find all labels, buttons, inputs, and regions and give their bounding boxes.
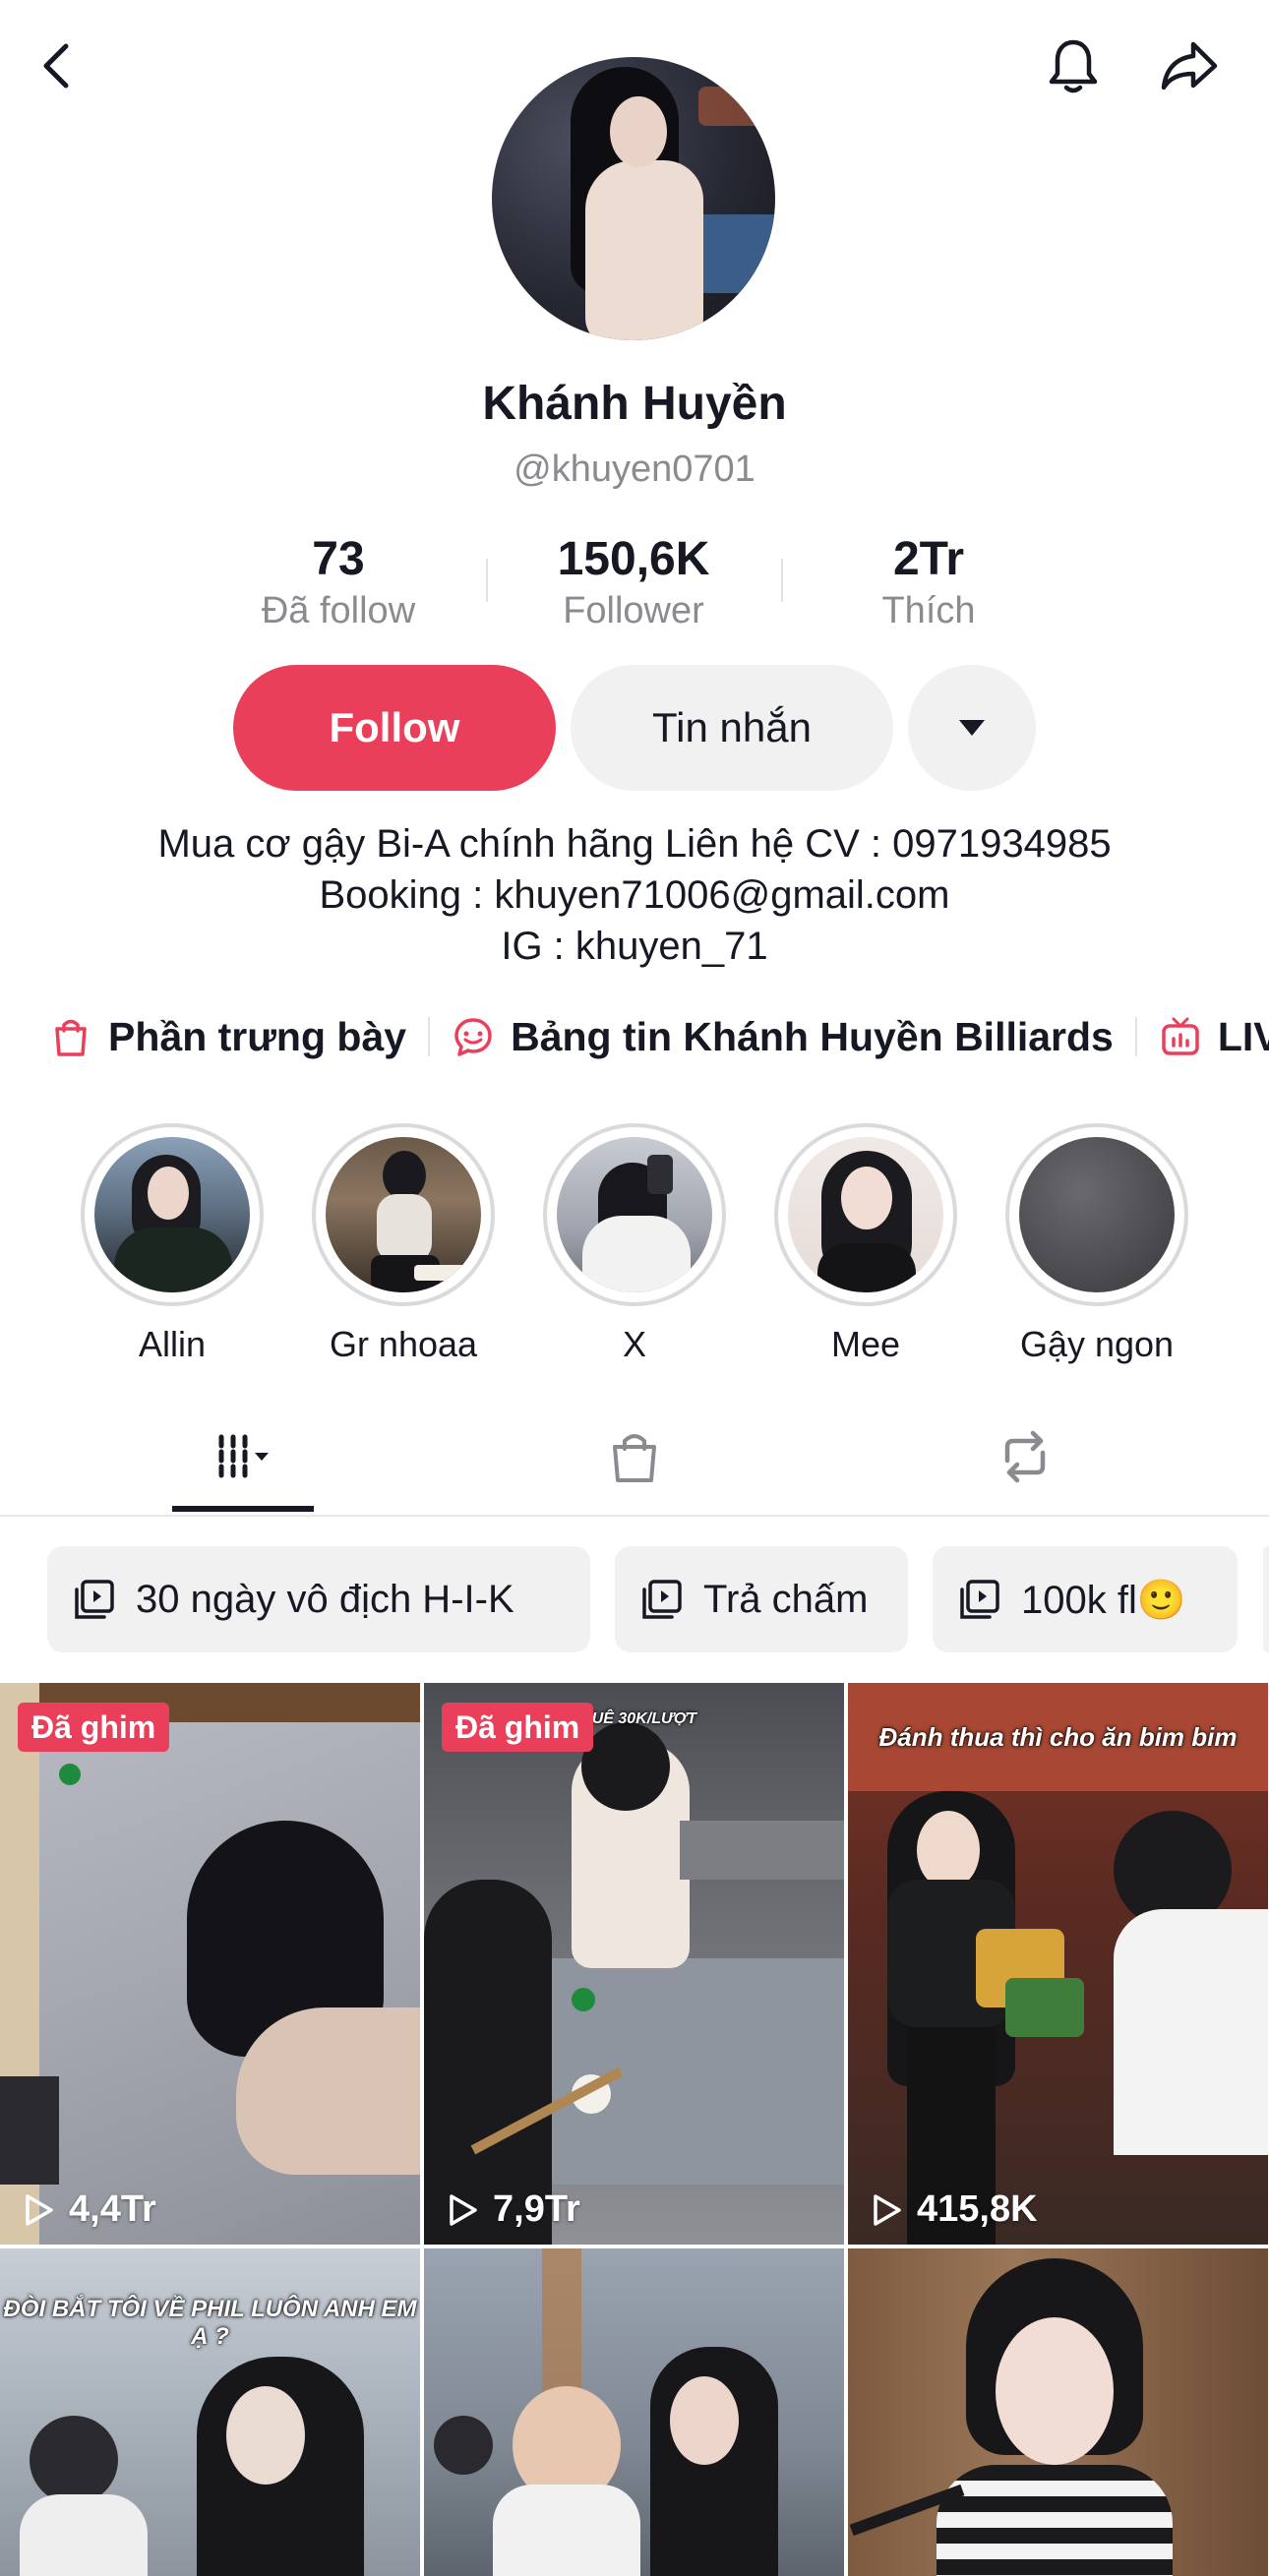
message-button[interactable]: Tin nhắn [571, 665, 893, 791]
video-tile[interactable] [424, 2248, 844, 2576]
back-button[interactable] [14, 22, 102, 110]
active-tab-indicator [172, 1506, 314, 1512]
play-icon [450, 2193, 477, 2226]
repost-icon [1004, 1430, 1046, 1483]
view-count: 415,8K [866, 2188, 1038, 2231]
playlist-chip-label: Trả chấm [703, 1577, 869, 1621]
stat-followers[interactable]: 150,6K Follower [506, 531, 761, 633]
view-count-value: 7,9Tr [493, 2188, 580, 2230]
stat-divider [486, 559, 488, 602]
bio-line: IG : khuyen_71 [501, 925, 768, 968]
highlight-story[interactable]: Mee [774, 1123, 957, 1365]
view-count: 4,4Tr [18, 2188, 156, 2231]
playlist-icon [960, 1580, 999, 1619]
bell-icon [1049, 39, 1098, 93]
video-tile[interactable]: Đã ghim 4,4Tr [0, 1683, 420, 2245]
highlight-label: Gr nhoaa [329, 1324, 478, 1364]
playlist-chip[interactable]: Trả chấm [615, 1546, 908, 1652]
showcase-link[interactable]: Phần trưng bày [49, 1014, 406, 1060]
video-caption: ĐÒI BẮT TÔI VỀ PHIL LUÔN ANH EM Ạ ? [3, 2296, 417, 2350]
video-tile[interactable]: ĐÒI BẮT TÔI VỀ PHIL LUÔN ANH EM Ạ ? [0, 2248, 420, 2576]
chevron-left-icon [43, 43, 69, 89]
highlight-story[interactable]: Gr nhoaa [312, 1123, 495, 1365]
pinned-badge: Đã ghim [18, 1703, 170, 1752]
stat-likes-value: 2Tr [892, 533, 965, 585]
playlist-icon [75, 1580, 114, 1619]
video-tile[interactable]: Đánh thua thì cho ăn bim bim 415,8K [848, 1683, 1268, 2245]
live-link-label: LIV [1217, 1013, 1269, 1059]
stat-following-label: Đã follow [261, 590, 416, 631]
highlight-label: Allin [138, 1324, 207, 1364]
highlight-story[interactable]: X [543, 1123, 726, 1365]
video-tile[interactable] [848, 2248, 1268, 2576]
tab-divider [0, 1515, 1269, 1517]
stat-followers-value: 150,6K [557, 533, 710, 585]
highlight-label: Mee [830, 1324, 901, 1364]
share-arrow-icon [1161, 41, 1218, 90]
video-tile[interactable]: CƠ THUÊ 30K/LƯỢT Đã ghim 7,9Tr [424, 1683, 844, 2245]
live-tv-icon [1162, 1017, 1199, 1055]
chat-bubble-icon [454, 1018, 492, 1056]
follow-button[interactable]: Follow [233, 665, 556, 791]
stat-likes-label: Thích [881, 590, 976, 631]
stat-likes[interactable]: 2Tr Thích [801, 531, 1057, 633]
shopping-bag-icon [613, 1434, 656, 1482]
pinned-badge: Đã ghim [442, 1703, 594, 1752]
newsfeed-link[interactable]: Bảng tin Khánh Huyền Billiards [452, 1014, 1114, 1060]
playlist-chip[interactable]: 100k fl🙂 [933, 1546, 1238, 1652]
showcase-link-label: Phần trưng bày [108, 1013, 407, 1059]
highlight-story[interactable]: Allin [81, 1123, 264, 1365]
profile-handle: @khuyen0701 [514, 449, 755, 490]
tab-reposts[interactable] [962, 1412, 1088, 1501]
link-divider [1134, 1017, 1137, 1056]
caret-down-icon [959, 720, 985, 736]
highlight-label: Gậy ngon [1019, 1324, 1175, 1364]
link-divider [428, 1017, 431, 1056]
view-count-value: 4,4Tr [69, 2188, 156, 2230]
notification-bell-button[interactable] [1029, 22, 1118, 110]
tab-videos[interactable] [172, 1412, 314, 1501]
play-icon [874, 2193, 901, 2226]
avatar[interactable] [492, 57, 775, 340]
playlist-chip-edge [1263, 1546, 1269, 1652]
view-count: 7,9Tr [442, 2188, 580, 2231]
profile-name: Khánh Huyền [482, 378, 787, 430]
playlist-chip[interactable]: 30 ngày vô địch H-I-K [47, 1546, 590, 1652]
live-link[interactable]: LIV [1159, 1014, 1269, 1060]
video-caption: Đánh thua thì cho ăn bim bim [878, 1722, 1238, 1752]
tab-shop[interactable] [572, 1412, 697, 1501]
shopping-bag-icon [55, 1019, 87, 1056]
profile-links-row: Phần trưng bày Bảng tin Khánh Huyền Bill… [49, 1005, 1269, 1068]
share-button[interactable] [1145, 22, 1234, 110]
play-icon [26, 2193, 53, 2226]
bio-line: Mua cơ gậy Bi-A chính hãng Liên hệ CV : … [157, 822, 1112, 866]
highlight-label: X [622, 1324, 646, 1364]
highlight-story[interactable]: Gậy ngon [1005, 1123, 1188, 1365]
more-options-button[interactable] [908, 665, 1036, 791]
stat-following-value: 73 [312, 533, 365, 585]
bio-line: Booking : khuyen71006@gmail.com [319, 873, 950, 917]
video-grid-icon [218, 1434, 269, 1479]
playlist-icon [642, 1580, 682, 1619]
stat-followers-label: Follower [563, 590, 704, 631]
view-count-value: 415,8K [917, 2188, 1038, 2230]
playlist-chip-label: 30 ngày vô địch H-I-K [136, 1577, 514, 1621]
newsfeed-link-label: Bảng tin Khánh Huyền Billiards [511, 1013, 1114, 1059]
stat-following[interactable]: 73 Đã follow [211, 531, 466, 633]
playlist-chip-label: 100k fl🙂 [1021, 1578, 1186, 1622]
stat-divider [781, 559, 783, 602]
